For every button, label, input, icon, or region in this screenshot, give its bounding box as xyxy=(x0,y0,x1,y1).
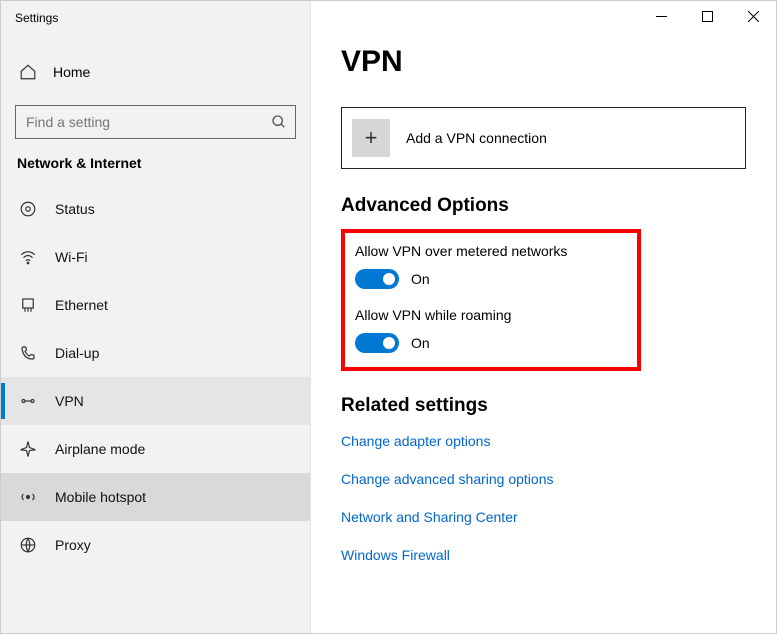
roaming-label: Allow VPN while roaming xyxy=(355,307,577,323)
advanced-options-highlight: Allow VPN over metered networks On Allow… xyxy=(341,229,641,371)
metered-toggle[interactable] xyxy=(355,269,399,289)
sidebar-nav: Status Wi-Fi Ethernet Dial-up VPN Airpla… xyxy=(1,185,310,633)
home-icon xyxy=(19,63,37,81)
link-sharing-options[interactable]: Change advanced sharing options xyxy=(341,471,746,487)
add-vpn-button[interactable]: + Add a VPN connection xyxy=(341,107,746,169)
window-controls xyxy=(638,1,776,31)
metered-label: Allow VPN over metered networks xyxy=(355,243,577,259)
search-input[interactable] xyxy=(26,114,271,130)
search-icon xyxy=(271,114,287,130)
hotspot-icon xyxy=(19,488,37,506)
status-icon xyxy=(19,200,37,218)
close-button[interactable] xyxy=(730,1,776,31)
minimize-button[interactable] xyxy=(638,1,684,31)
metered-state: On xyxy=(411,271,430,287)
sidebar-item-wifi[interactable]: Wi-Fi xyxy=(1,233,310,281)
ethernet-icon xyxy=(19,296,37,314)
plus-icon: + xyxy=(352,119,390,157)
airplane-icon xyxy=(19,440,37,458)
roaming-state: On xyxy=(411,335,430,351)
sidebar-item-label: Status xyxy=(55,201,95,217)
sidebar-item-label: Airplane mode xyxy=(55,441,145,457)
sidebar-item-label: Dial-up xyxy=(55,345,99,361)
add-vpn-label: Add a VPN connection xyxy=(406,130,547,146)
page-title: VPN xyxy=(341,45,746,79)
link-adapter-options[interactable]: Change adapter options xyxy=(341,433,746,449)
proxy-icon xyxy=(19,536,37,554)
window-title: Settings xyxy=(1,1,310,35)
home-nav[interactable]: Home xyxy=(1,53,310,91)
sidebar-item-vpn[interactable]: VPN xyxy=(1,377,310,425)
sidebar-item-label: Wi-Fi xyxy=(55,249,88,265)
sidebar-item-proxy[interactable]: Proxy xyxy=(1,521,310,569)
sidebar-item-status[interactable]: Status xyxy=(1,185,310,233)
advanced-heading: Advanced Options xyxy=(341,195,746,217)
wifi-icon xyxy=(19,248,37,266)
home-label: Home xyxy=(53,64,90,80)
sidebar-item-label: Ethernet xyxy=(55,297,108,313)
sidebar-item-label: Proxy xyxy=(55,537,91,553)
sidebar-item-airplane[interactable]: Airplane mode xyxy=(1,425,310,473)
search-input-container[interactable] xyxy=(15,105,296,139)
sidebar-item-hotspot[interactable]: Mobile hotspot xyxy=(1,473,310,521)
related-heading: Related settings xyxy=(341,395,746,417)
sidebar-item-dialup[interactable]: Dial-up xyxy=(1,329,310,377)
sidebar: Settings Home Network & Internet Status … xyxy=(1,1,311,633)
vpn-icon xyxy=(19,392,37,410)
dialup-icon xyxy=(19,344,37,362)
sidebar-category: Network & Internet xyxy=(1,155,310,185)
link-firewall[interactable]: Windows Firewall xyxy=(341,547,746,563)
related-settings: Related settings Change adapter options … xyxy=(341,395,746,563)
link-network-center[interactable]: Network and Sharing Center xyxy=(341,509,746,525)
sidebar-item-label: VPN xyxy=(55,393,84,409)
maximize-button[interactable] xyxy=(684,1,730,31)
roaming-toggle[interactable] xyxy=(355,333,399,353)
main-content: VPN + Add a VPN connection Advanced Opti… xyxy=(311,1,776,633)
sidebar-item-ethernet[interactable]: Ethernet xyxy=(1,281,310,329)
sidebar-item-label: Mobile hotspot xyxy=(55,489,146,505)
